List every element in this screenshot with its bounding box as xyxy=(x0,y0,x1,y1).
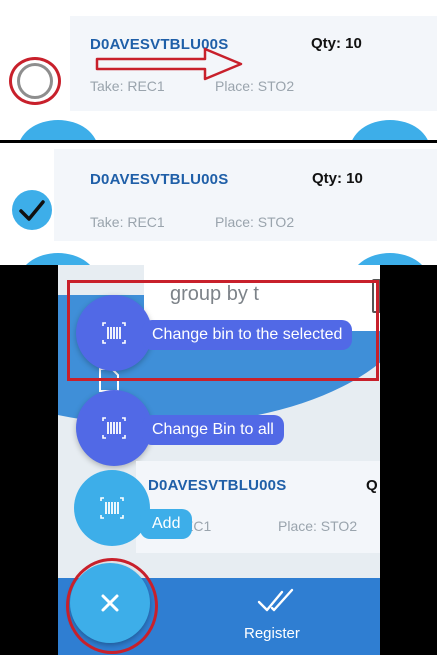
fab-partial xyxy=(350,120,430,140)
barcode-scan-icon xyxy=(102,417,126,439)
item-qty: Qty: 10 xyxy=(311,35,362,52)
item-qty: Q xyxy=(366,477,378,494)
list-item[interactable]: D0AVESVTBLU00S Qty: 10 Take: REC1 Place:… xyxy=(54,149,437,241)
barcode-scan-icon xyxy=(100,497,124,519)
add-chip[interactable]: Add xyxy=(140,509,193,539)
radio-unchecked-icon[interactable] xyxy=(17,63,53,99)
list-item[interactable]: D0AVESVTBLU00S Q EC1 Place: STO2 xyxy=(136,461,380,553)
item-place: Place: STO2 xyxy=(278,518,358,534)
panel-selected-item: D0AVESVTBLU00S Qty: 10 Take: REC1 Place:… xyxy=(0,143,437,265)
register-label[interactable]: Register xyxy=(244,625,300,642)
fab-partial xyxy=(18,120,98,140)
annotation-rectangle xyxy=(67,280,379,381)
item-take: Take: REC1 xyxy=(90,214,165,230)
add-fab[interactable] xyxy=(74,470,150,546)
arrow-annotation-icon xyxy=(95,47,243,81)
annotation-ring xyxy=(66,558,158,654)
item-code: D0AVESVTBLU00S xyxy=(148,477,287,494)
item-place: Place: STO2 xyxy=(215,214,295,230)
change-bin-all-chip[interactable]: Change Bin to all xyxy=(142,415,284,445)
fab-partial xyxy=(18,253,98,265)
panel-unselected-item: D0AVESVTBLU00S Qty: 10 Take: REC1 Place:… xyxy=(0,0,437,140)
change-bin-all-fab[interactable] xyxy=(76,390,152,466)
item-qty: Qty: 10 xyxy=(312,170,363,187)
check-icon[interactable] xyxy=(12,190,52,230)
fab-partial xyxy=(350,253,430,265)
double-check-icon[interactable] xyxy=(256,586,298,616)
item-code: D0AVESVTBLU00S xyxy=(90,171,229,188)
